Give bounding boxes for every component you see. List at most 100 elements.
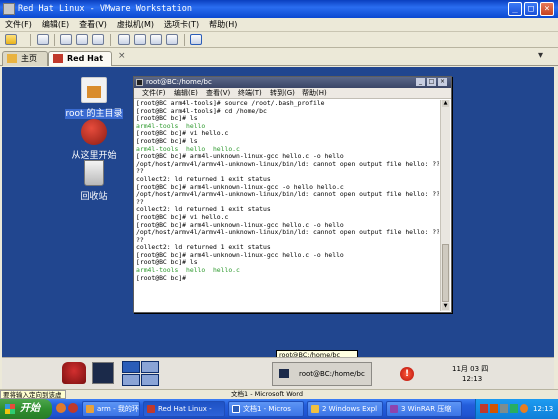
folder-icon (311, 405, 319, 413)
power-on-icon[interactable] (5, 34, 17, 45)
terminal-menubar: 文件(F) 编辑(E) 查看(V) 终端(T) 转到(G) 帮助(H) (134, 88, 451, 99)
workspace-2[interactable] (141, 361, 159, 373)
folder-icon (86, 405, 94, 413)
close-button[interactable]: × (540, 2, 554, 16)
desktop-icon-home[interactable]: root 的主目录 (64, 77, 124, 119)
tray-icon[interactable] (490, 404, 498, 413)
menu-file[interactable]: 文件(F) (0, 18, 37, 32)
workspace-3[interactable] (122, 374, 140, 386)
toolbar-separator (30, 34, 31, 46)
terminal-line-text: /opt/host/armv4l/armv4l-unknown-linux/bi… (136, 190, 439, 199)
start-here-icon (81, 119, 107, 145)
terminal-line: /opt/host/armv4l/armv4l-unknown-linux/bi… (136, 190, 439, 199)
task-winrar[interactable]: 3 WinRAR 压缩 (386, 401, 462, 417)
terminal-menu-edit[interactable]: 编辑(E) (174, 88, 198, 99)
terminal-icon (279, 369, 289, 378)
vmware-toolbar (0, 32, 558, 48)
task-label: 文档1 - Micros (243, 405, 291, 413)
snapshot-icon[interactable] (37, 34, 49, 45)
minimize-button[interactable]: _ (508, 2, 522, 16)
terminal-window[interactable]: root@BC:/home/bc _ □ × 文件(F) 编辑(E) 查看(V)… (133, 76, 452, 313)
task-label: Red Hat Linux - (158, 405, 212, 413)
maximize-button[interactable]: □ (427, 78, 436, 86)
system-tray: 12:13 (475, 399, 558, 419)
menu-view[interactable]: 查看(V) (74, 18, 112, 32)
full-screen-icon[interactable] (150, 34, 162, 45)
close-button[interactable]: × (438, 78, 447, 86)
terminal-line-text: /opt/host/armv4l/armv4l-unknown-linux/bi… (136, 159, 439, 168)
scroll-down-icon[interactable]: ▼ (442, 303, 449, 310)
terminal-line-text: [root@BC bc]# (136, 273, 190, 282)
vmware-statusbar: 要将输入定向到该虚拟 文档1 - Microsoft Word (0, 389, 558, 407)
console-view-icon[interactable] (190, 34, 202, 45)
terminal-line: [root@BC bc]# (136, 273, 439, 283)
terminal-output[interactable]: [root@BC arm4l-tools]# source /root/.bas… (136, 100, 439, 310)
terminal-launcher-icon[interactable] (92, 362, 114, 384)
desktop-icon-label: root 的主目录 (64, 109, 124, 119)
tray-icon[interactable] (510, 404, 518, 413)
terminal-titlebar[interactable]: root@BC:/home/bc _ □ × (134, 77, 451, 88)
task-word-document[interactable]: 文档1 - Micros (228, 401, 304, 417)
tab-red-hat-linux[interactable]: Red Hat Linux (48, 51, 112, 76)
desktop-icon-trash[interactable]: 回收站 (64, 160, 124, 202)
minimize-button[interactable]: _ (416, 78, 425, 86)
tab-home[interactable]: 主页 × (2, 51, 59, 66)
start-label: 开始 (20, 403, 40, 414)
terminal-title: root@BC:/home/bc (146, 78, 212, 86)
quicklaunch-media-icon[interactable] (68, 403, 78, 413)
terminal-menu-view[interactable]: 查看(V) (206, 88, 230, 99)
task-label: arm - 我的环境 (97, 405, 139, 413)
snapshot-manager-icon[interactable] (92, 34, 104, 45)
toolbar-separator (54, 34, 55, 46)
window-title: Red Hat Linux - VMware Workstation (18, 4, 192, 14)
panel-task-terminal[interactable]: root@BC:/home/bc (272, 362, 372, 386)
redhat-menu-icon[interactable] (62, 362, 86, 384)
volume-icon[interactable] (520, 404, 528, 413)
trash-icon (84, 160, 104, 186)
vmware-logo-icon (3, 3, 15, 15)
tab-label: 主页 (21, 54, 37, 63)
task-red-hat-linux[interactable]: Red Hat Linux - (143, 401, 225, 417)
panel-time[interactable]: 12:13 (462, 375, 482, 383)
menu-help[interactable]: 帮助(H) (204, 18, 242, 32)
tray-icon[interactable] (500, 404, 508, 413)
show-sidebar-icon[interactable] (118, 34, 130, 45)
winrar-icon (390, 405, 398, 413)
tray-icon[interactable] (480, 404, 488, 413)
terminal-menu-terminal[interactable]: 终端(T) (238, 88, 262, 99)
vmware-titlebar[interactable]: Red Hat Linux - VMware Workstation _ □ × (0, 0, 558, 18)
terminal-menu-go[interactable]: 转到(G) (270, 88, 295, 99)
scroll-up-icon[interactable]: ▲ (442, 100, 449, 107)
word-icon (232, 405, 240, 413)
panel-date[interactable]: 11月 03 四 (452, 364, 488, 374)
terminal-menu-file[interactable]: 文件(F) (142, 88, 166, 99)
terminal-scrollbar[interactable]: ▲ ▼ (440, 100, 450, 311)
vmware-icon (147, 405, 155, 413)
workspace-1[interactable] (122, 361, 140, 373)
start-button[interactable]: 开始 (0, 399, 52, 419)
maximize-button[interactable]: □ (524, 2, 538, 16)
quicklaunch-ie-icon[interactable] (56, 403, 66, 413)
tab-menu-chevron-icon[interactable]: ▾ (538, 50, 543, 61)
unity-icon[interactable] (166, 34, 178, 45)
home-folder-icon (81, 77, 107, 103)
menu-edit[interactable]: 编辑(E) (37, 18, 74, 32)
task-arm-explorer[interactable]: arm - 我的环境 (82, 401, 140, 417)
scrollbar-thumb[interactable] (442, 244, 449, 302)
task-label: 2 Windows Expl (322, 405, 378, 413)
take-snapshot-icon[interactable] (76, 34, 88, 45)
desktop-icon-start-here[interactable]: 从这里开始 (64, 119, 124, 161)
task-windows-explorer[interactable]: 2 Windows Expl (307, 401, 383, 417)
guest-desktop[interactable]: root 的主目录 从这里开始 回收站 root@BC:/home/bc _ □… (2, 67, 554, 360)
revert-icon[interactable] (60, 34, 72, 45)
update-alert-icon[interactable]: ! (400, 367, 414, 381)
menu-tabs[interactable]: 选项卡(T) (159, 18, 204, 32)
menu-vm[interactable]: 虚拟机(M) (112, 18, 159, 32)
toolbar-separator (184, 34, 185, 46)
workspace-4[interactable] (141, 374, 159, 386)
close-tab-icon[interactable]: × (118, 51, 126, 61)
terminal-line-text: /opt/host/armv4l/armv4l-unknown-linux/bi… (136, 228, 439, 237)
quick-switch-icon[interactable] (134, 34, 146, 45)
taskbar-clock[interactable]: 12:13 (533, 399, 553, 419)
terminal-menu-help[interactable]: 帮助(H) (302, 88, 327, 99)
